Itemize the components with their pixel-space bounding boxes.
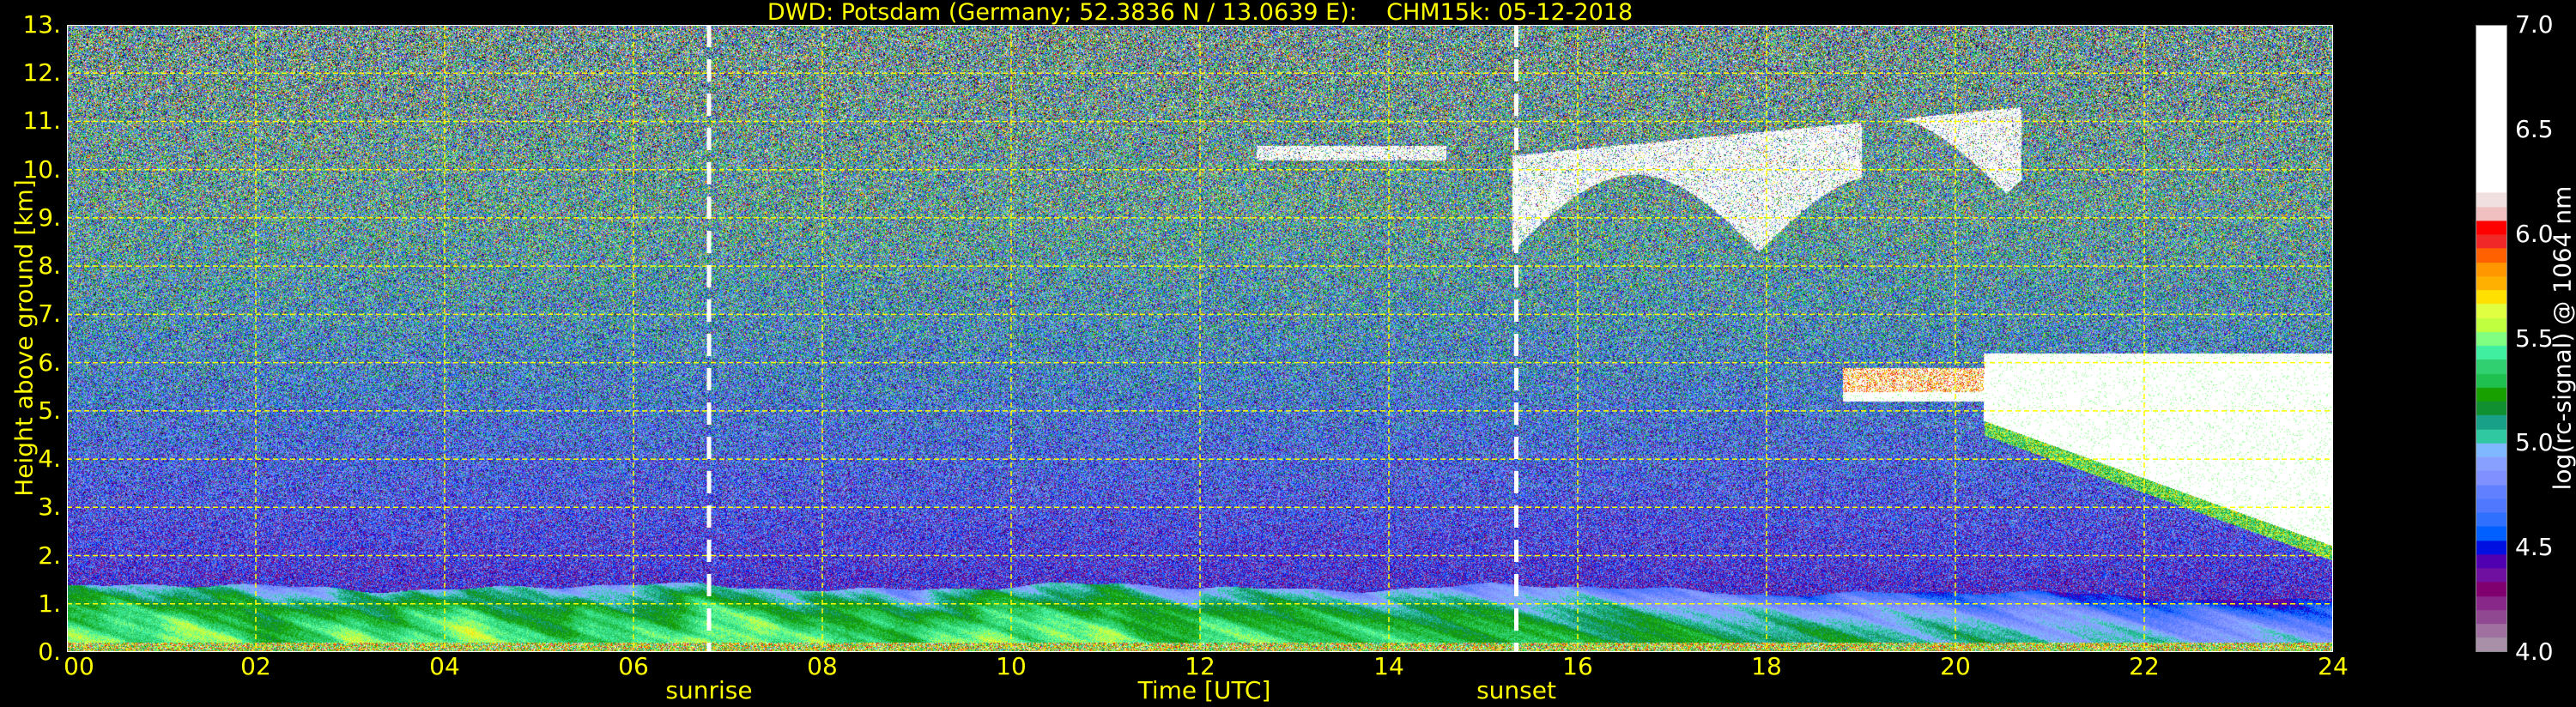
y-tick-label: 4.: [38, 444, 61, 474]
x-tick-label: 18: [1751, 652, 1782, 680]
x-tick-label: 02: [240, 652, 271, 680]
colorbar-tick-label: 6.5: [2515, 114, 2554, 143]
y-tick-label: 8.: [38, 251, 61, 281]
x-tick-label: 00: [64, 652, 94, 680]
colorbar-tick-label: 4.0: [2515, 638, 2554, 666]
y-tick-label: 9.: [38, 202, 61, 232]
x-tick-label: 04: [429, 652, 460, 680]
y-tick-label: 11.: [22, 106, 61, 136]
plot-area: [67, 25, 2333, 652]
y-tick-label: 3.: [38, 492, 61, 522]
colorbar-label: log(rc-signal) @ 1064 nm: [2548, 185, 2576, 491]
grid-overlay: [67, 25, 2333, 652]
event-label-sunset: sunset: [1476, 676, 1556, 704]
y-tick-label: 1.: [38, 589, 61, 618]
x-tick-label: 08: [807, 652, 838, 680]
colorbar-tick-label: 4.5: [2515, 533, 2554, 562]
x-tick-label: 24: [2318, 652, 2349, 680]
y-tick-label: 2.: [38, 541, 61, 570]
colorbar: [2476, 25, 2507, 652]
y-tick-label: 5.: [38, 396, 61, 425]
x-tick-label: 06: [618, 652, 649, 680]
y-tick-label: 0.: [38, 638, 61, 666]
y-axis-label: Height above ground [km]: [9, 179, 39, 497]
y-tick-label: 7.: [38, 299, 61, 329]
y-tick-label: 13.: [22, 10, 61, 39]
chart-title: DWD: Potsdam (Germany; 52.3836 N / 13.06…: [767, 0, 1633, 26]
x-axis-label: Time [UTC]: [1137, 676, 1271, 704]
y-tick-label: 12.: [22, 58, 61, 88]
x-tick-label: 22: [2129, 652, 2160, 680]
y-tick-label: 6.: [38, 347, 61, 377]
x-tick-label: 10: [996, 652, 1027, 680]
x-tick-label: 16: [1562, 652, 1593, 680]
x-tick-label: 14: [1373, 652, 1404, 680]
y-tick-label: 10.: [22, 154, 61, 184]
event-label-sunrise: sunrise: [665, 676, 753, 704]
colorbar-tick-label: 7.0: [2515, 10, 2554, 39]
x-tick-label: 20: [1940, 652, 1971, 680]
